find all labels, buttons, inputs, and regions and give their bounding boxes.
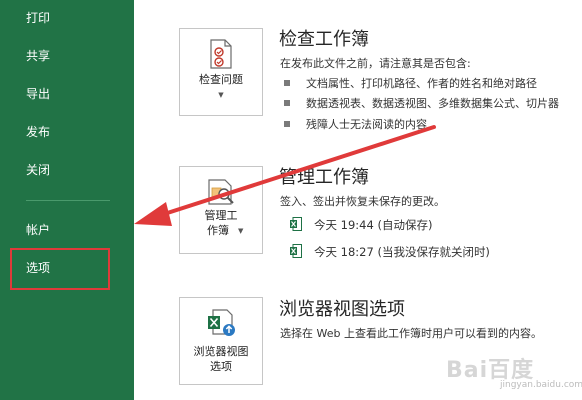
browser-view-icon — [208, 309, 235, 336]
bullet-icon — [284, 121, 290, 127]
options-highlight-box — [10, 248, 110, 290]
nav-divider — [26, 200, 110, 201]
bullet-icon — [284, 80, 290, 86]
inspect-bullet: 残障人士无法阅读的内容 — [284, 117, 427, 132]
browser-view-title: 浏览器视图选项 — [279, 299, 405, 320]
browser-view-options-button[interactable]: 浏览器视图 选项 — [179, 297, 263, 385]
nav-close[interactable]: 关闭 — [26, 162, 50, 178]
chevron-down-icon: ▼ — [238, 227, 244, 235]
baidu-watermark-url: jingyan.baidu.com — [500, 380, 582, 390]
nav-print[interactable]: 打印 — [26, 10, 50, 26]
nav-export[interactable]: 导出 — [26, 86, 50, 102]
manage-workbook-label-line1: 管理工 — [204, 209, 238, 222]
chevron-down-icon: ▼ — [218, 91, 224, 99]
inspect-bullet: 数据透视表、数据透视图、多维数据集公式、切片器 — [284, 96, 559, 111]
manage-workbook-icon — [208, 179, 234, 205]
backstage-sidebar: 打印 共享 导出 发布 关闭 帐户 选项 — [0, 0, 134, 400]
manage-workbook-button[interactable]: 管理工 作簿 ▼ — [179, 166, 263, 254]
manage-workbook-label-line2: 作簿 — [207, 224, 229, 237]
info-main-panel: 检查问题 ▼ 检查工作簿 在发布此文件之前，请注意其是否包含: 文档属性、打印机… — [134, 0, 582, 400]
excel-file-icon — [290, 244, 302, 258]
browser-view-label-line1: 浏览器视图 — [193, 345, 249, 358]
version-autosave-link[interactable]: 今天 19:44 (自动保存) — [290, 217, 432, 233]
inspect-workbook-title: 检查工作簿 — [279, 29, 369, 50]
version-unsaved-link[interactable]: 今天 18:27 (当我没保存就关闭时) — [290, 244, 490, 260]
inspect-issues-button[interactable]: 检查问题 ▼ — [179, 28, 263, 116]
browser-view-desc: 选择在 Web 上查看此工作簿时用户可以看到的内容。 — [280, 327, 542, 340]
inspect-workbook-desc: 在发布此文件之前，请注意其是否包含: — [280, 57, 471, 70]
bullet-icon — [284, 100, 290, 106]
inspect-bullet: 文档属性、打印机路径、作者的姓名和绝对路径 — [284, 76, 537, 91]
browser-view-label-line2: 选项 — [210, 360, 232, 373]
nav-account[interactable]: 帐户 — [26, 222, 50, 238]
inspect-doc-icon — [210, 39, 232, 69]
inspect-issues-label: 检查问题 — [199, 73, 243, 86]
manage-workbook-desc: 签入、签出并恢复未保存的更改。 — [280, 195, 445, 208]
nav-publish[interactable]: 发布 — [26, 124, 50, 140]
nav-share[interactable]: 共享 — [26, 48, 50, 64]
manage-workbook-title: 管理工作簿 — [279, 167, 369, 188]
excel-file-icon — [290, 217, 302, 231]
